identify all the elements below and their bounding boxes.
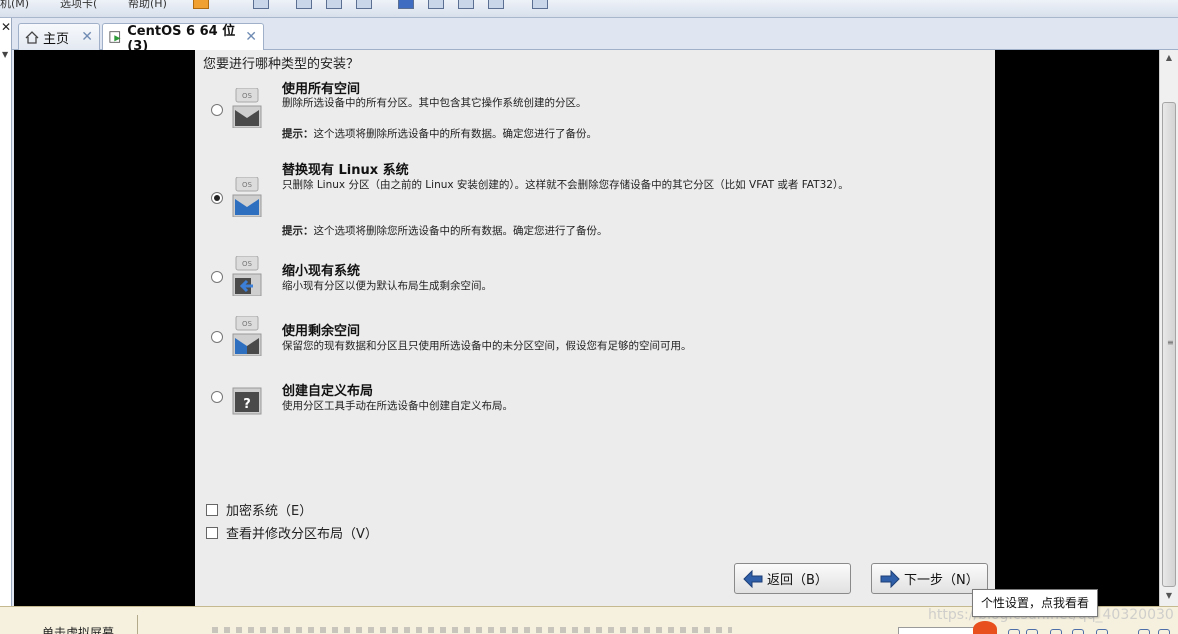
device-icon[interactable] bbox=[1096, 629, 1108, 634]
review-layout-checkbox[interactable] bbox=[206, 526, 218, 539]
radio-use-all-space[interactable] bbox=[211, 104, 223, 116]
tip-text: 这个选项将删除您所选设备中的所有数据。确定您进行了备份。 bbox=[313, 225, 608, 237]
menu-vm[interactable]: 机(M) bbox=[0, 0, 29, 9]
option-title: 使用剩余空间 bbox=[282, 324, 361, 339]
device-icon[interactable] bbox=[1026, 629, 1038, 634]
menu-help[interactable]: 帮助(H) bbox=[128, 0, 167, 9]
option-title: 创建自定义布局 bbox=[282, 384, 374, 399]
device-icon[interactable] bbox=[1072, 629, 1084, 634]
radio-replace-linux[interactable] bbox=[211, 192, 223, 204]
tab-centos-label: CentOS 6 64 位 (3) bbox=[127, 24, 236, 54]
os-disk-wipe-icon: OS bbox=[232, 88, 262, 128]
vmware-toolbar: 机(M) 选项卡( 帮助(H) bbox=[0, 0, 1178, 18]
os-label: OS bbox=[242, 260, 253, 268]
next-button-label: 下一步（N） bbox=[904, 573, 979, 588]
snapshot-icon[interactable] bbox=[296, 0, 312, 9]
install-type-question: 您要进行哪种类型的安装？ bbox=[203, 57, 360, 72]
tip-text: 这个选项将删除所选设备中的所有数据。确定您进行了备份。 bbox=[313, 128, 598, 140]
device-icon[interactable] bbox=[1008, 629, 1020, 634]
os-label: OS bbox=[242, 92, 253, 100]
radio-custom-layout[interactable] bbox=[211, 391, 223, 403]
option-description: 删除所选设备中的所有分区。其中包含其它操作系统创建的分区。 bbox=[282, 97, 587, 109]
status-field bbox=[898, 627, 978, 634]
snapshot-manager-icon[interactable] bbox=[356, 0, 372, 9]
arrow-right-icon bbox=[880, 569, 900, 588]
radio-use-free-space[interactable] bbox=[211, 331, 223, 343]
encrypt-system-label: 加密系统（E） bbox=[226, 504, 313, 519]
option-description: 保留您的现有数据和分区且只使用所选设备中的未分区空间，假设您有足够的空间可用。 bbox=[282, 340, 692, 352]
scroll-up-icon[interactable]: ▲ bbox=[1160, 50, 1178, 66]
send-keys-icon[interactable] bbox=[253, 0, 269, 9]
review-layout-label: 查看并修改分区布局（V） bbox=[226, 527, 378, 542]
click-virtual-screen-hint: 单击虚拟屏幕 bbox=[42, 626, 115, 634]
option-tip: 提示：这个选项将删除您所选设备中的所有数据。确定您进行了备份。 bbox=[282, 223, 608, 238]
option-description: 缩小现有分区以便为默认布局生成剩余空间。 bbox=[282, 280, 492, 292]
tab-home[interactable]: 主页 ✕ bbox=[18, 23, 100, 50]
encrypt-system-checkbox-row[interactable]: 加密系统（E） bbox=[206, 500, 312, 519]
device-icon[interactable] bbox=[1158, 629, 1170, 634]
vm-console[interactable]: 您要进行哪种类型的安装？ OS 使用所有空间 删除所选设备中的所有分区。其中包含… bbox=[14, 50, 1159, 606]
installer-panel: 您要进行哪种类型的安装？ OS 使用所有空间 删除所选设备中的所有分区。其中包含… bbox=[195, 50, 995, 606]
radio-shrink-system[interactable] bbox=[211, 271, 223, 283]
vm-icon bbox=[109, 31, 121, 43]
tip-label: 提示： bbox=[282, 128, 314, 140]
close-tab-icon[interactable]: ✕ bbox=[81, 29, 93, 45]
device-icon[interactable] bbox=[1138, 629, 1150, 634]
tab-bar: 主页 ✕ CentOS 6 64 位 (3) ✕ bbox=[12, 18, 1178, 54]
pause-icon[interactable] bbox=[193, 0, 209, 9]
menu-tabs[interactable]: 选项卡( bbox=[60, 0, 97, 9]
tip-label: 提示： bbox=[282, 225, 314, 237]
os-disk-shrink-icon: OS bbox=[232, 256, 262, 296]
os-label: OS bbox=[242, 320, 253, 328]
thumbnail-icon[interactable] bbox=[428, 0, 444, 9]
console-view-icon[interactable] bbox=[532, 0, 548, 9]
back-button-label: 返回（B） bbox=[767, 573, 828, 588]
os-label: OS bbox=[242, 181, 253, 189]
back-button[interactable]: 返回（B） bbox=[734, 563, 851, 594]
os-disk-free-space-icon: OS bbox=[232, 316, 262, 356]
review-layout-checkbox-row[interactable]: 查看并修改分区布局（V） bbox=[206, 523, 378, 542]
custom-layout-question-icon: ? bbox=[232, 387, 262, 415]
unity-icon[interactable] bbox=[488, 0, 504, 9]
option-description: 使用分区工具手动在所选设备中创建自定义布局。 bbox=[282, 400, 513, 412]
home-icon bbox=[25, 30, 39, 44]
vertical-scrollbar[interactable]: ▲ ≡ ▼ bbox=[1159, 50, 1178, 606]
full-screen-icon[interactable] bbox=[458, 0, 474, 9]
os-disk-replace-icon: OS bbox=[232, 177, 262, 217]
tab-centos[interactable]: CentOS 6 64 位 (3) ✕ bbox=[102, 23, 264, 54]
chevron-down-icon[interactable]: ▼ bbox=[2, 50, 8, 59]
arrow-left-icon bbox=[743, 569, 763, 588]
tab-home-label: 主页 bbox=[43, 31, 70, 47]
next-button[interactable]: 下一步（N） bbox=[871, 563, 988, 594]
revert-snapshot-icon[interactable] bbox=[326, 0, 342, 9]
option-tip: 提示：这个选项将删除所选设备中的所有数据。确定您进行了备份。 bbox=[282, 126, 597, 141]
scroll-down-icon[interactable]: ▼ bbox=[1160, 588, 1178, 604]
personalize-tooltip[interactable]: 个性设置，点我看看 bbox=[972, 589, 1099, 617]
divider bbox=[137, 615, 138, 634]
device-icon[interactable] bbox=[1050, 629, 1062, 634]
scrollbar-thumb[interactable]: ≡ bbox=[1162, 102, 1176, 587]
show-library-icon[interactable] bbox=[398, 0, 414, 9]
svg-text:?: ? bbox=[243, 397, 251, 412]
library-panel-edge: ✕ ▼ bbox=[0, 18, 12, 634]
grip-icon: ≡ bbox=[1167, 338, 1174, 347]
close-library-icon[interactable]: ✕ bbox=[1, 20, 11, 34]
close-tab-icon[interactable]: ✕ bbox=[245, 29, 257, 45]
option-title: 替换现有 Linux 系统 bbox=[282, 163, 409, 178]
encrypt-system-checkbox[interactable] bbox=[206, 503, 218, 516]
option-title: 缩小现有系统 bbox=[282, 264, 361, 279]
status-message-faded bbox=[212, 627, 732, 633]
option-description: 只删除 Linux 分区（由之前的 Linux 安装创建的）。这样就不会删除您存… bbox=[282, 179, 849, 191]
